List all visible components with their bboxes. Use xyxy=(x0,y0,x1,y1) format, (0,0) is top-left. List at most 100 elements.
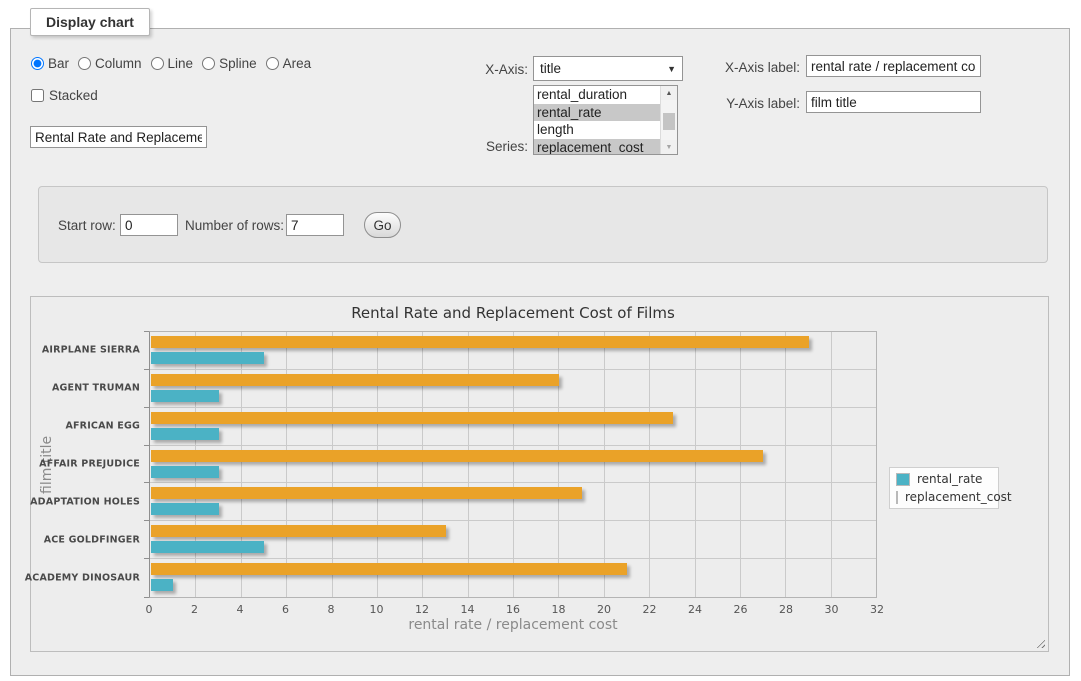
chart-type-option-line[interactable]: Line xyxy=(151,56,194,71)
scrollbar-thumb[interactable] xyxy=(663,113,675,130)
legend-label: replacement_cost xyxy=(905,490,1012,504)
rental_rate-bar xyxy=(151,390,219,402)
rental_rate-bar xyxy=(151,541,264,553)
series-option-replacement-cost[interactable]: replacement_cost xyxy=(534,139,660,156)
x-tick-label: 0 xyxy=(146,603,153,616)
x-axis-select-value: title xyxy=(540,61,561,76)
category-label: AIRPLANE SIERRA xyxy=(42,345,140,356)
rental_rate-swatch-icon xyxy=(896,473,910,486)
replacement_cost-bar xyxy=(151,336,809,348)
category-label: ACE GOLDFINGER xyxy=(44,534,140,545)
chart-legend: rental_rate replacement_cost xyxy=(889,467,999,509)
fieldset-legend: Display chart xyxy=(30,8,150,36)
stacked-checkbox[interactable] xyxy=(31,89,44,102)
number-of-rows-label: Number of rows: xyxy=(185,218,284,233)
replacement_cost-bar xyxy=(151,412,673,424)
series-list-label: Series: xyxy=(440,139,528,154)
series-option-rental-rate[interactable]: rental_rate xyxy=(534,104,660,122)
number-of-rows-input[interactable] xyxy=(286,214,344,236)
chart-band: ACADEMY DINOSAUR xyxy=(150,559,876,597)
start-row-input[interactable] xyxy=(120,214,178,236)
line-radio[interactable] xyxy=(151,57,164,70)
line-radio-label: Line xyxy=(168,56,194,71)
x-tick-label: 8 xyxy=(328,603,335,616)
x-tick-label: 30 xyxy=(825,603,839,616)
category-label: AFRICAN EGG xyxy=(65,421,140,432)
scroll-up-icon[interactable]: ▲ xyxy=(661,86,677,100)
spline-radio[interactable] xyxy=(202,57,215,70)
chevron-down-icon: ▼ xyxy=(667,64,676,74)
series-scrollbar[interactable]: ▲ ▼ xyxy=(660,86,677,154)
legend-label: rental_rate xyxy=(917,472,982,486)
page: Display chart Bar Column Line Spline Are… xyxy=(0,0,1081,681)
chart-band: AIRPLANE SIERRA xyxy=(150,332,876,370)
x-tick-label: 6 xyxy=(282,603,289,616)
x-tick-label: 28 xyxy=(779,603,793,616)
legend-entry: rental_rate xyxy=(896,472,992,486)
scroll-down-icon[interactable]: ▼ xyxy=(661,140,677,154)
chart-title: Rental Rate and Replacement Cost of Film… xyxy=(149,304,877,322)
x-tick-label: 10 xyxy=(370,603,384,616)
stacked-label: Stacked xyxy=(49,88,98,103)
start-row-label: Start row: xyxy=(58,218,116,233)
series-option-length[interactable]: length xyxy=(534,121,660,139)
x-tick-label: 22 xyxy=(643,603,657,616)
replacement_cost-bar xyxy=(151,563,627,575)
x-axis-select-label: X-Axis: xyxy=(440,62,528,77)
x-tick-label: 26 xyxy=(734,603,748,616)
x-tick-label: 20 xyxy=(597,603,611,616)
x-tick-label: 24 xyxy=(688,603,702,616)
area-radio-label: Area xyxy=(283,56,312,71)
x-tick-label: 12 xyxy=(415,603,429,616)
y-axis-label-input[interactable] xyxy=(806,91,981,113)
x-axis-label-label: X-Axis label: xyxy=(700,60,800,75)
plot-area: AIRPLANE SIERRAAGENT TRUMANAFRICAN EGGAF… xyxy=(149,331,877,598)
replacement_cost-swatch-icon xyxy=(896,491,898,504)
x-axis-select[interactable]: title ▼ xyxy=(533,56,683,81)
x-axis-ticks: 02468101214161820222426283032 xyxy=(149,603,877,617)
chart-band: ACE GOLDFINGER xyxy=(150,521,876,559)
rental_rate-bar xyxy=(151,352,264,364)
column-radio[interactable] xyxy=(78,57,91,70)
area-radio[interactable] xyxy=(266,57,279,70)
chart-band: AFRICAN EGG xyxy=(150,408,876,446)
series-option-rental-duration[interactable]: rental_duration xyxy=(534,86,660,104)
chart-band: ADAPTATION HOLES xyxy=(150,483,876,521)
bar-radio[interactable] xyxy=(31,57,44,70)
category-label: ACADEMY DINOSAUR xyxy=(25,572,140,583)
chart-band: AGENT TRUMAN xyxy=(150,370,876,408)
rental_rate-bar xyxy=(151,428,219,440)
stacked-option[interactable]: Stacked xyxy=(31,88,98,103)
x-tick-label: 14 xyxy=(461,603,475,616)
rental_rate-bar xyxy=(151,503,219,515)
chart-type-radio-group: Bar Column Line Spline Area xyxy=(31,56,311,71)
x-axis-title: rental rate / replacement cost xyxy=(149,617,877,633)
resize-handle-icon[interactable] xyxy=(1034,637,1045,648)
replacement_cost-bar xyxy=(151,487,582,499)
chart-title-input[interactable] xyxy=(30,126,207,148)
chart-type-option-spline[interactable]: Spline xyxy=(202,56,257,71)
replacement_cost-bar xyxy=(151,525,446,537)
replacement_cost-bar xyxy=(151,450,763,462)
series-multiselect[interactable]: rental_duration rental_rate length repla… xyxy=(533,85,678,155)
category-label: AFFAIR PREJUDICE xyxy=(39,458,140,469)
x-tick-label: 32 xyxy=(870,603,884,616)
x-axis-label-input[interactable] xyxy=(806,55,981,77)
x-tick-label: 2 xyxy=(191,603,198,616)
go-button[interactable]: Go xyxy=(364,212,401,238)
chart-type-option-bar[interactable]: Bar xyxy=(31,56,69,71)
column-radio-label: Column xyxy=(95,56,142,71)
x-tick-label: 4 xyxy=(237,603,244,616)
category-label: AGENT TRUMAN xyxy=(52,383,140,394)
chart-type-option-column[interactable]: Column xyxy=(78,56,142,71)
replacement_cost-bar xyxy=(151,374,559,386)
legend-entry: replacement_cost xyxy=(896,490,992,504)
chart-type-option-area[interactable]: Area xyxy=(266,56,312,71)
x-tick-label: 16 xyxy=(506,603,520,616)
rental_rate-bar xyxy=(151,579,173,591)
row-range-panel: Start row: Number of rows: Go xyxy=(38,186,1048,263)
series-options: rental_duration rental_rate length repla… xyxy=(534,86,660,154)
x-tick-label: 18 xyxy=(552,603,566,616)
spline-radio-label: Spline xyxy=(219,56,257,71)
bar-radio-label: Bar xyxy=(48,56,69,71)
